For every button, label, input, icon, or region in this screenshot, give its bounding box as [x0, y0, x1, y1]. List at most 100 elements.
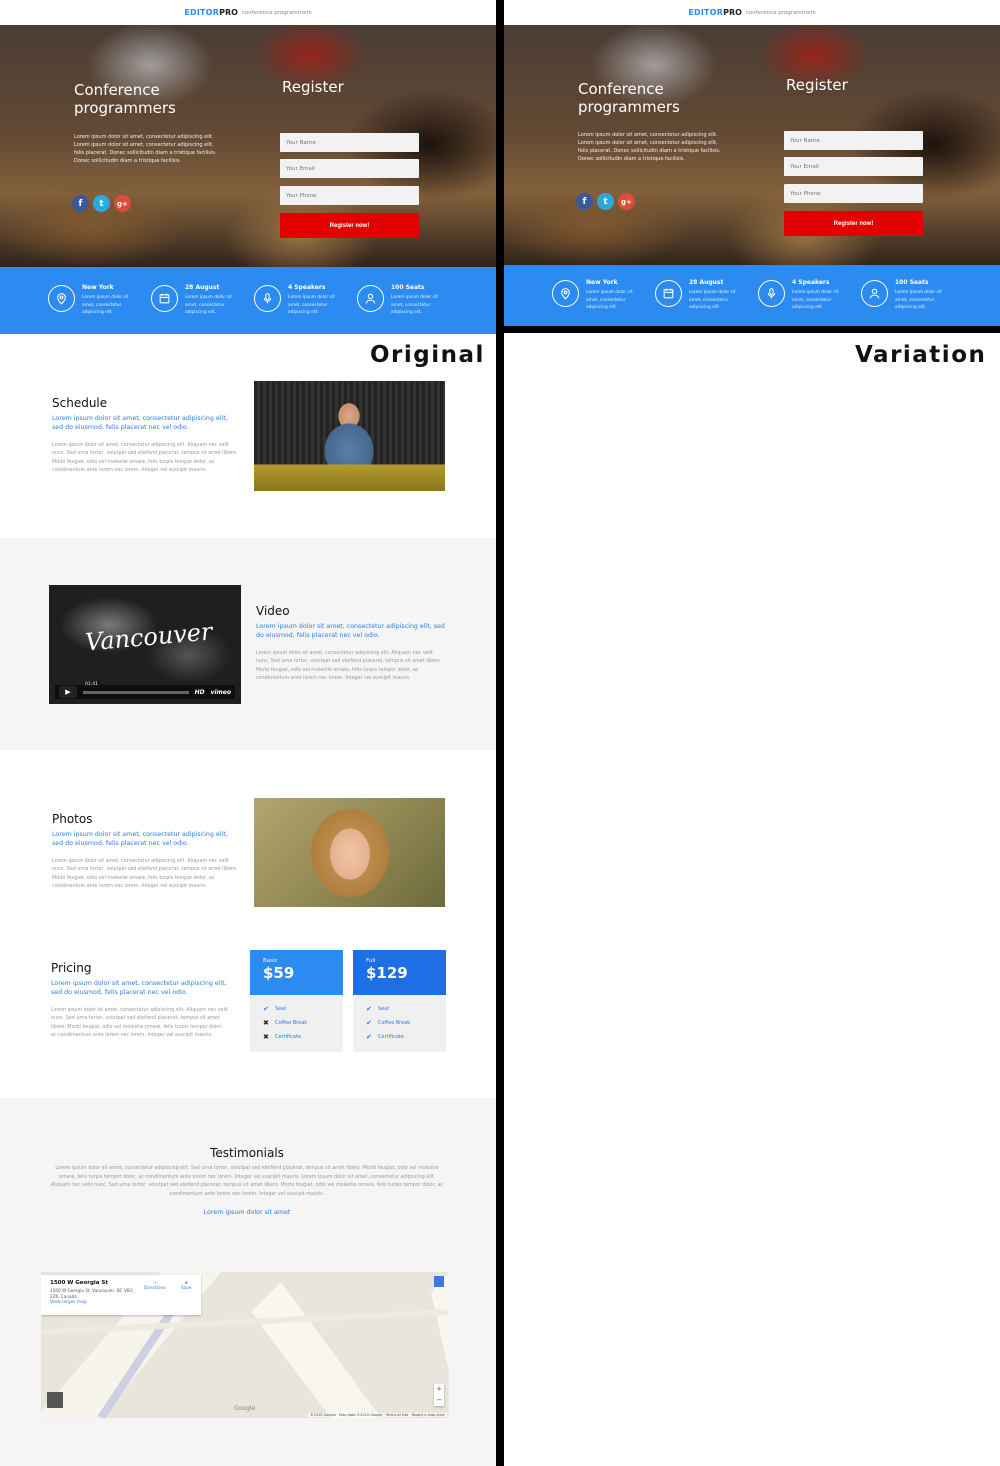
- pricing-title: Pricing: [51, 961, 92, 975]
- price-head: Full $129: [353, 950, 446, 995]
- video-lead: Lorem ipsum dolor sit amet, consectetur …: [256, 623, 445, 639]
- hero-text: Lorem ipsum dolor sit amet, consectetur …: [74, 134, 217, 164]
- info-title: 4 Speakers: [792, 279, 830, 287]
- google-logo: Google: [234, 1405, 256, 1412]
- video-progress[interactable]: 01:41: [83, 680, 189, 694]
- info-date: 28 August Lorem ipsum dolor sit amet, con…: [655, 279, 758, 312]
- twitter-icon[interactable]: t: [93, 195, 110, 212]
- zoom-in-icon[interactable]: +: [434, 1384, 444, 1395]
- hero-section: Conference programmers Lorem ipsum dolor…: [0, 25, 496, 267]
- hd-badge[interactable]: HD: [195, 689, 205, 696]
- zoom-control[interactable]: + −: [434, 1384, 444, 1406]
- price-card-full[interactable]: Full $129 ✔ Seat ✔ Coffee Break ✔ Certifica…: [353, 950, 446, 1052]
- location-pin-icon: [552, 280, 579, 308]
- register-button[interactable]: Register now!: [280, 213, 419, 238]
- hero-text: Lorem ipsum dolor sit amet, consectetur …: [578, 132, 721, 162]
- check-icon: ✔: [366, 1019, 372, 1027]
- check-icon: ✔: [366, 1033, 372, 1041]
- map[interactable]: 1500 W Georgia St 1500 W Georgia St, Van…: [41, 1272, 449, 1418]
- info-location: New York Lorem ipsum dolor sit amet, cons…: [552, 279, 655, 312]
- variation-page: EDITOR PRO conference programmers Confere…: [504, 0, 1000, 1466]
- info-desc: Lorem ipsum dolor sit amet, consectetur …: [586, 290, 633, 311]
- register-title: Register: [786, 76, 848, 94]
- pricing-lead: Lorem ipsum dolor sit amet, consectetur …: [51, 980, 227, 996]
- info-title: 100 Seats: [391, 284, 425, 292]
- attendee-photo: [254, 798, 445, 907]
- info-seats: 100 Seats Lorem ipsum dolor sit amet, con…: [357, 284, 460, 317]
- google-plus-icon[interactable]: g+: [618, 193, 635, 210]
- email-field[interactable]: [280, 159, 419, 178]
- video-player-title: Vancouver: [84, 617, 214, 657]
- video-controls: ▶ 01:41 HD vimeo: [55, 680, 235, 699]
- top-bar: EDITOR PRO conference programmers: [504, 0, 1000, 25]
- pricing-section: Pricing Lorem ipsum dolor sit amet, cons…: [51, 961, 229, 1041]
- photos-lead: Lorem ipsum dolor sit amet, consectetur …: [52, 831, 228, 847]
- original-page: EDITOR PRO conference programmers Confere…: [0, 0, 496, 1466]
- schedule-lead: Lorem ipsum dolor sit amet, consectetur …: [52, 415, 228, 431]
- directions-button[interactable]: ⇢ Directions: [144, 1281, 166, 1291]
- vimeo-logo[interactable]: vimeo: [211, 689, 231, 696]
- location-pin-icon: [48, 285, 75, 313]
- feature-label: Coffee Break: [275, 1020, 308, 1026]
- logo-part-a[interactable]: EDITOR: [184, 8, 219, 17]
- logo-part-b[interactable]: PRO: [219, 8, 238, 17]
- microphone-icon: [758, 280, 785, 308]
- pegman-icon[interactable]: [434, 1276, 444, 1287]
- info-speakers: 4 Speakers Lorem ipsum dolor sit amet, co…: [254, 284, 357, 317]
- top-bar: EDITOR PRO conference programmers: [0, 0, 496, 25]
- testimonial-author[interactable]: Lorem ipsum dolor sit amet: [50, 1209, 444, 1218]
- user-icon: [861, 280, 888, 308]
- feature-label: Coffee Break: [378, 1020, 411, 1026]
- schedule-title: Schedule: [52, 396, 108, 410]
- feature-row: ✔ Certificate: [366, 1033, 446, 1041]
- info-speakers: 4 Speakers Lorem ipsum dolor sit amet, co…: [758, 279, 861, 312]
- email-field[interactable]: [784, 157, 923, 176]
- info-seats: 100 Seats Lorem ipsum dolor sit amet, con…: [861, 279, 964, 312]
- google-plus-icon[interactable]: g+: [114, 195, 131, 212]
- check-icon: ✔: [263, 1005, 269, 1013]
- facebook-icon[interactable]: f: [576, 193, 593, 210]
- save-label: Save: [181, 1286, 192, 1291]
- hero-section: Conference programmers Lorem ipsum dolor…: [504, 25, 1000, 265]
- view-larger-map-link[interactable]: View larger map: [50, 1300, 192, 1305]
- logo-tagline: conference programmers: [241, 9, 312, 16]
- variation-label: Variation: [855, 342, 987, 368]
- testimonials-body: Lorem ipsum dolor sit amet, consectetur …: [50, 1166, 444, 1197]
- original-label: Original: [370, 342, 485, 368]
- feature-row: ✔ Seat: [366, 1005, 446, 1013]
- testimonials-title: Testimonials: [210, 1146, 284, 1160]
- social-icons: f t g+: [576, 193, 635, 210]
- map-footer: ©2015 Google · Map data ©2015 Google · T…: [307, 1413, 447, 1417]
- testimonials-section: Testimonials Lorem ipsum dolor sit amet,…: [50, 1146, 444, 1228]
- name-field[interactable]: [784, 131, 923, 150]
- logo-part-b[interactable]: PRO: [723, 8, 742, 17]
- video-text: Video Lorem ipsum dolor sit amet, consec…: [256, 604, 446, 684]
- facebook-icon[interactable]: f: [72, 195, 89, 212]
- info-title: New York: [82, 284, 114, 292]
- phone-field[interactable]: [784, 184, 923, 203]
- register-button[interactable]: Register now!: [784, 211, 923, 236]
- info-desc: Lorem ipsum dolor sit amet, consectetur …: [689, 290, 736, 311]
- schedule-body: Lorem ipsum dolor sit amet, consectetur …: [52, 443, 238, 474]
- video-player[interactable]: Vancouver ▶ 01:41 HD vimeo: [49, 585, 241, 704]
- info-date: 28 August Lorem ipsum dolor sit amet, con…: [151, 284, 254, 317]
- info-desc: Lorem ipsum dolor sit amet, consectetur …: [82, 295, 129, 316]
- name-field[interactable]: [280, 133, 419, 152]
- phone-field[interactable]: [280, 186, 419, 205]
- video-body: Lorem ipsum dolor sit amet, consectetur …: [256, 651, 442, 682]
- feature-label: Seat: [275, 1006, 287, 1012]
- video-time: 01:41: [83, 680, 100, 688]
- info-location: New York Lorem ipsum dolor sit amet, cons…: [48, 284, 151, 317]
- zoom-out-icon[interactable]: −: [434, 1395, 444, 1406]
- logo-part-a[interactable]: EDITOR: [688, 8, 723, 17]
- twitter-icon[interactable]: t: [597, 193, 614, 210]
- logo-tagline: conference programmers: [745, 9, 816, 16]
- play-icon[interactable]: ▶: [59, 686, 77, 698]
- feature-row: ✖ Coffee Break: [263, 1019, 343, 1027]
- price-head: Basic $59: [250, 950, 343, 995]
- price-card-basic[interactable]: Basic $59 ✔ Seat ✖ Coffee Break ✖ Certifica…: [250, 950, 343, 1052]
- social-icons: f t g+: [72, 195, 131, 212]
- satellite-thumbnail[interactable]: [47, 1392, 63, 1408]
- save-button[interactable]: ★ Save: [181, 1281, 192, 1291]
- hero-title: Conference programmers: [578, 80, 680, 116]
